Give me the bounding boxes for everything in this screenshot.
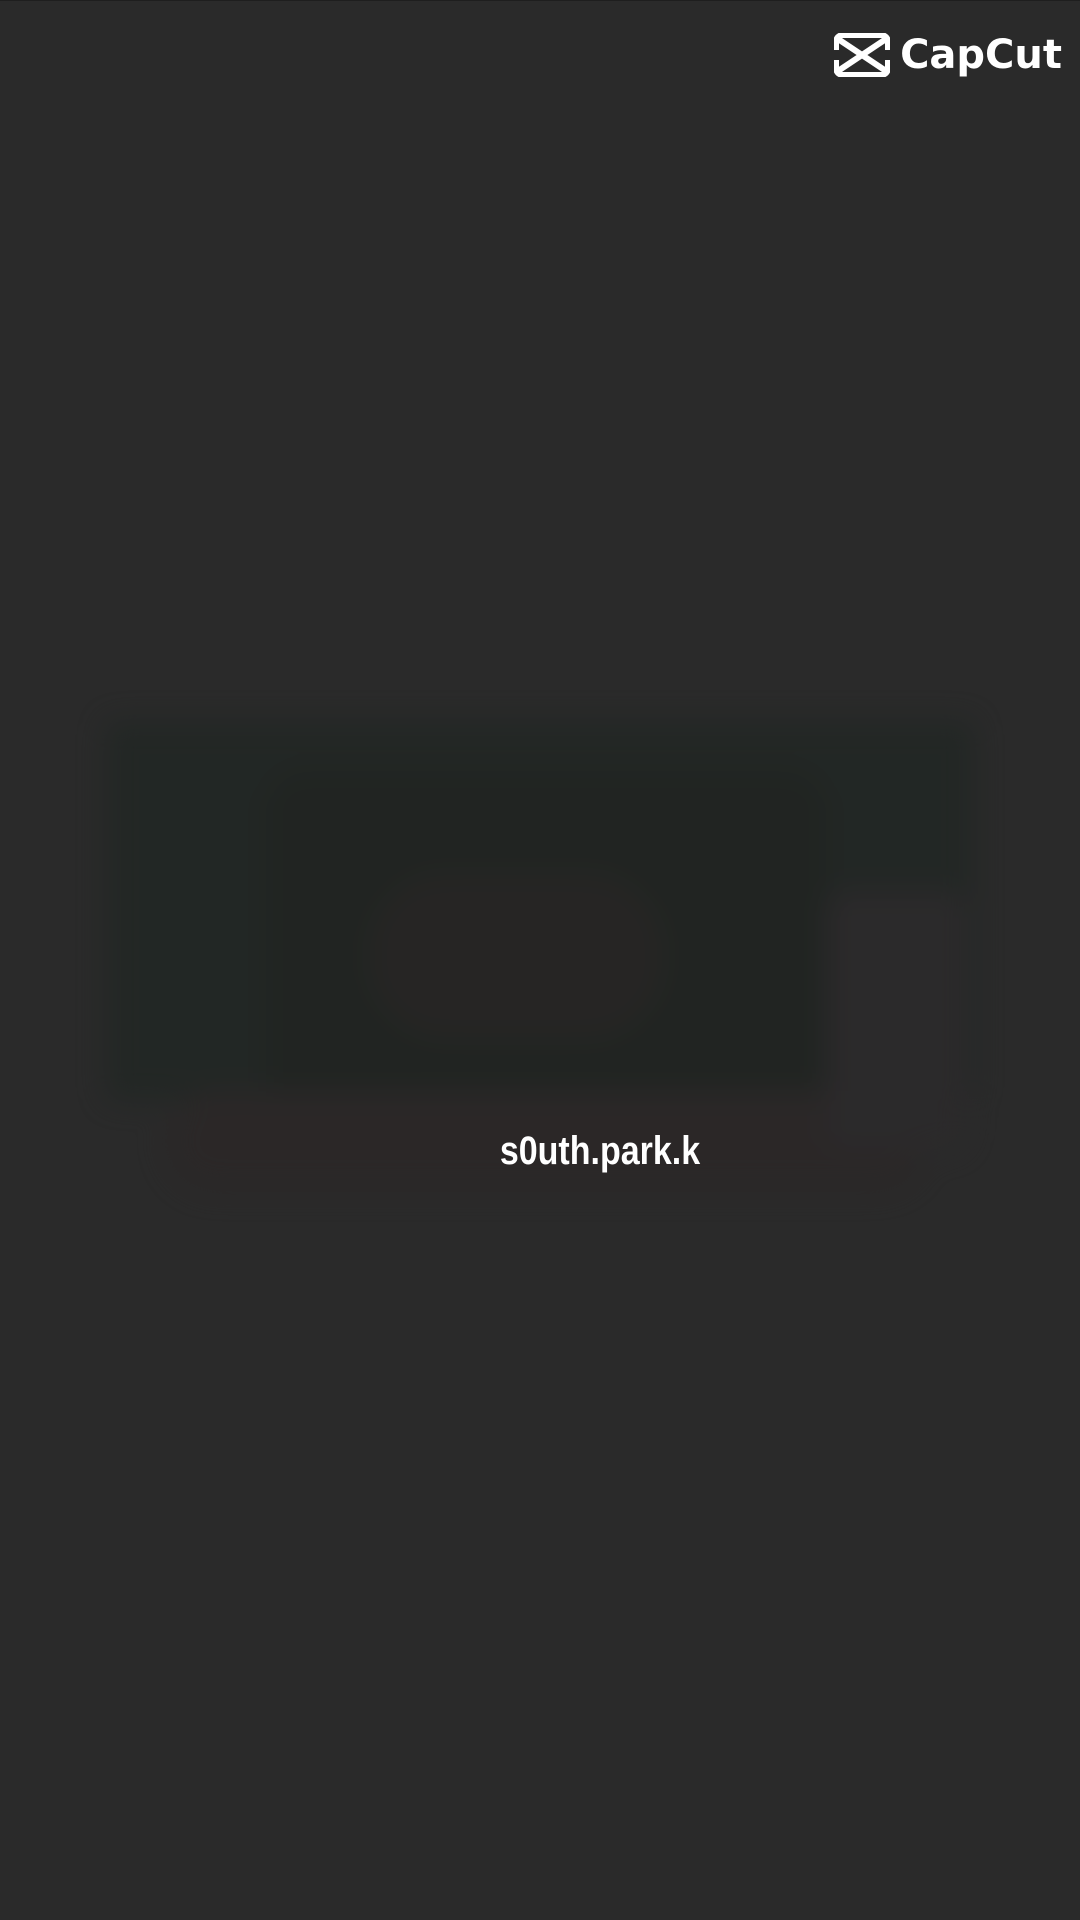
capcut-watermark: CapCut xyxy=(834,31,1062,79)
video-screen: CapCut s0uth.park.k xyxy=(0,0,1080,1920)
video-frame-layer xyxy=(826,891,966,1151)
capcut-brand-text: CapCut xyxy=(900,32,1062,78)
video-caption: s0uth.park.k xyxy=(499,1129,701,1173)
video-frame-layer xyxy=(366,871,666,1041)
capcut-logo-icon xyxy=(834,33,891,77)
